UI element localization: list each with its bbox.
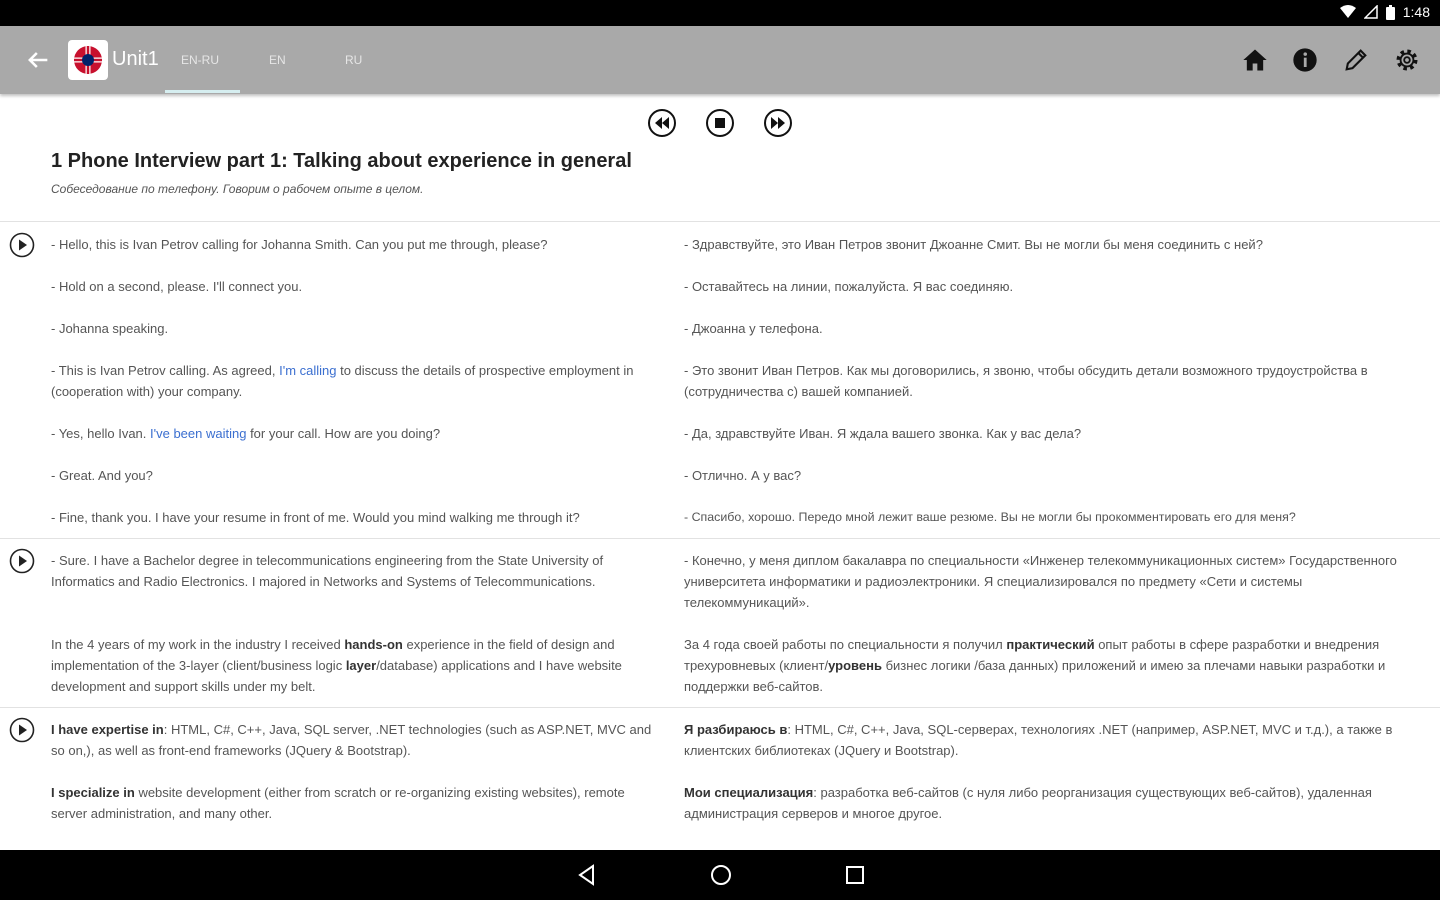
system-nav-bar <box>0 850 1440 900</box>
wifi-icon <box>1339 5 1356 18</box>
back-triangle-icon[interactable] <box>575 863 599 887</box>
play-block-icon[interactable] <box>9 232 35 258</box>
dialogue-line-en: I have expertise in: HTML, C#, C++, Java… <box>51 722 652 758</box>
play-block-icon[interactable] <box>9 717 35 743</box>
home-icon[interactable] <box>1241 46 1269 74</box>
dialogue-line-en: - Great. And you? <box>51 468 153 483</box>
active-tab-indicator <box>165 90 240 93</box>
bold-term: уровень <box>828 658 882 673</box>
dialogue-line-en: - This is Ivan Petrov calling. As agreed… <box>51 363 634 399</box>
status-bar: 1:48 <box>0 0 1440 26</box>
pencil-icon[interactable] <box>1342 46 1370 74</box>
dialogue-line-en: In the 4 years of my work in the industr… <box>51 637 622 694</box>
stop-icon[interactable] <box>705 108 735 138</box>
gear-icon[interactable] <box>1393 46 1421 74</box>
home-circle-icon[interactable] <box>709 863 733 887</box>
status-time: 1:48 <box>1402 4 1430 20</box>
divider <box>0 538 1440 539</box>
unit-title: Unit1 <box>112 48 159 70</box>
dialogue-line-ru: Я разбираюсь в: HTML, C#, C++, Java, SQL… <box>684 722 1393 758</box>
battery-icon <box>1385 4 1395 20</box>
dialogue-line-ru: За 4 года своей работы по специальности … <box>684 637 1386 694</box>
signal-icon <box>1363 5 1378 19</box>
status-icons: 1:48 <box>1339 4 1430 20</box>
flag-logo-icon <box>74 46 102 74</box>
lesson-title: 1 Phone Interview part 1: Talking about … <box>51 150 632 172</box>
dialogue-line-ru: - Отлично. А у вас? <box>684 468 802 483</box>
highlighted-phrase-link[interactable]: I've been waiting <box>150 426 246 441</box>
dialogue-line-en: - Hold on a second, please. I'll connect… <box>51 279 303 294</box>
bold-term: Мои специализация <box>684 785 814 800</box>
bold-term: I have expertise in <box>51 722 164 737</box>
dialogue-line-en: - Sure. I have a Bachelor degree in tele… <box>51 553 604 589</box>
bold-term: layer <box>345 658 377 673</box>
bold-term: hands-on <box>344 637 403 652</box>
dialogue-line-en: - Fine, thank you. I have your resume in… <box>51 510 580 525</box>
back-arrow-icon[interactable] <box>24 46 52 74</box>
tab-en-ru[interactable]: EN-RU <box>181 53 219 67</box>
divider <box>0 707 1440 708</box>
recents-square-icon[interactable] <box>843 863 867 887</box>
fast-forward-icon[interactable] <box>763 108 793 138</box>
dialogue-line-ru: - Здравствуйте, это Иван Петров звонит Д… <box>684 237 1263 252</box>
app-logo <box>68 40 108 80</box>
dialogue-line-ru: - Конечно, у меня диплом бакалавра по сп… <box>684 553 1397 610</box>
dialogue-line-en: - Johanna speaking. <box>51 321 169 336</box>
tab-en[interactable]: EN <box>269 53 286 67</box>
dialogue-line-ru: - Джоанна у телефона. <box>684 321 823 336</box>
rewind-icon[interactable] <box>647 108 677 138</box>
highlighted-phrase-link[interactable]: I'm calling <box>279 363 336 378</box>
dialogue-line-ru: - Да, здравствуйте Иван. Я ждала вашего … <box>684 426 1082 441</box>
lesson-subtitle: Собеседование по телефону. Говорим о раб… <box>51 182 424 196</box>
dialogue-line-en: - Hello, this is Ivan Petrov calling for… <box>51 237 548 252</box>
play-block-icon[interactable] <box>9 548 35 574</box>
divider <box>0 221 1440 222</box>
dialogue-line-ru: - Оставайтесь на линии, пожалуйста. Я ва… <box>684 279 1014 294</box>
dialogue-line-en: - Yes, hello Ivan. I've been waiting for… <box>51 426 441 441</box>
dialogue-line-ru: - Спасибо, хорошо. Передо мной лежит ваш… <box>684 510 1296 524</box>
bold-term: Я разбираюсь в <box>684 722 788 737</box>
info-icon[interactable] <box>1291 46 1319 74</box>
tab-ru[interactable]: RU <box>345 53 362 67</box>
bold-term: практический <box>1006 637 1095 652</box>
dialogue-line-ru: - Это звонит Иван Петров. Как мы договор… <box>684 363 1368 399</box>
dialogue-line-en: I specialize in website development (eit… <box>51 785 625 821</box>
bold-term: I specialize in <box>51 785 135 800</box>
dialogue-line-ru: Мои специализация: разработка веб-сайтов… <box>684 785 1372 821</box>
app-bar: Unit1 EN-RU EN RU <box>0 26 1440 94</box>
